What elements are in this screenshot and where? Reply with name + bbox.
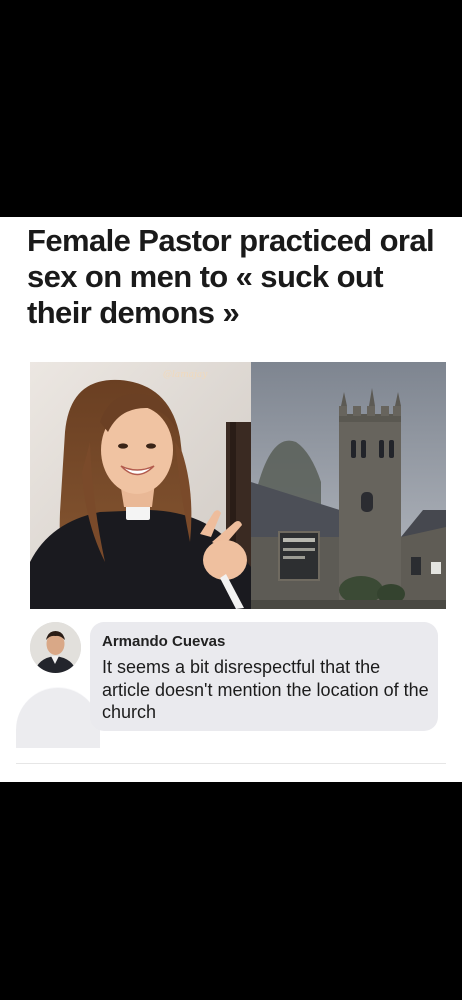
divider — [16, 763, 446, 764]
woman-photo — [30, 362, 251, 609]
person-icon — [30, 622, 81, 673]
commenter-avatar[interactable] — [30, 622, 81, 673]
photo-collage: @lamajay — [30, 362, 446, 609]
comment-bubble: Armando Cuevas It seems a bit disrespect… — [90, 622, 438, 731]
comment-author[interactable]: Armando Cuevas — [102, 633, 225, 650]
reaction-bubble — [16, 687, 100, 748]
watermark-text: @lamajay — [163, 370, 208, 380]
comment-text: It seems a bit disrespectful that the ar… — [102, 657, 429, 722]
church-photo — [251, 362, 446, 609]
headline: Female Pastor practiced oral sex on men … — [27, 223, 435, 330]
meme-card: Female Pastor practiced oral sex on men … — [0, 217, 462, 782]
